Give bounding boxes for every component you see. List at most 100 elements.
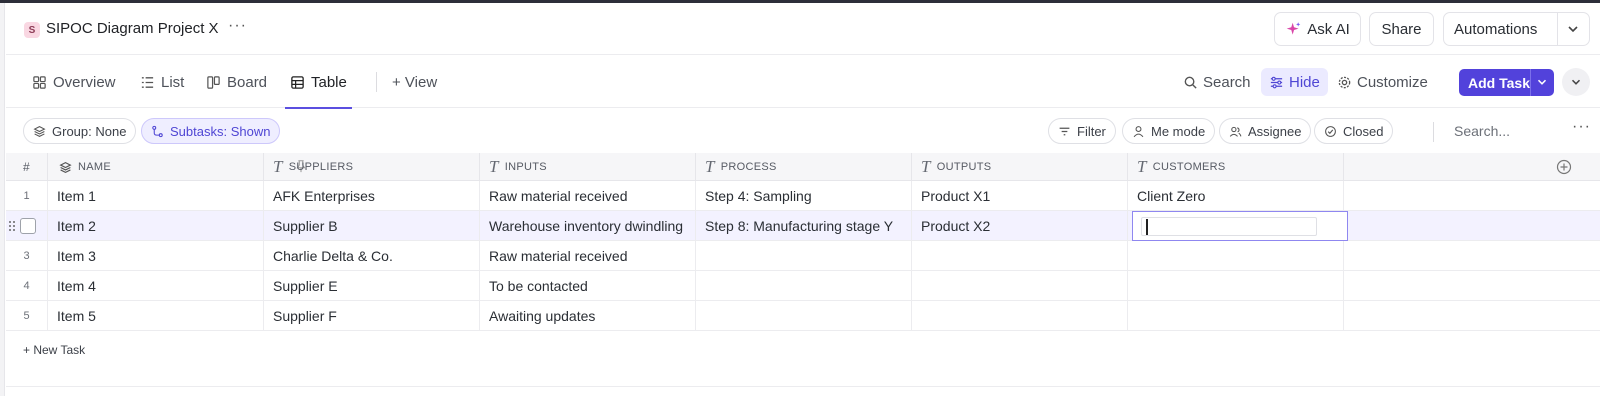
share-button[interactable]: Share — [1369, 12, 1434, 46]
closed-pill[interactable]: Closed — [1314, 118, 1394, 144]
table-row[interactable]: 4 Item 4 Supplier E To be contacted — [6, 271, 1600, 301]
cell-customers[interactable] — [1128, 271, 1344, 301]
cell-suppliers[interactable]: Supplier F — [264, 301, 480, 331]
cell-name[interactable]: Item 1 — [48, 181, 264, 211]
cell-outputs[interactable]: Product X2 — [912, 211, 1128, 241]
overview-icon — [33, 75, 46, 89]
column-header-suppliers[interactable]: T SUPPLIERS — [264, 153, 480, 181]
hide-button[interactable]: Hide — [1261, 68, 1328, 96]
column-header-process[interactable]: T PROCESS — [696, 153, 912, 181]
tab-label: Board — [227, 73, 268, 91]
cell-outputs[interactable]: Product X1 — [912, 181, 1128, 211]
subtasks-pill[interactable]: Subtasks: Shown — [141, 118, 281, 144]
search-input[interactable] — [1454, 120, 1584, 142]
table-row[interactable]: 5 Item 5 Supplier F Awaiting updates — [6, 301, 1600, 331]
filter-more-button[interactable]: ··· — [1572, 118, 1591, 136]
table-row[interactable]: Item 2 Supplier B Warehouse inventory dw… — [6, 211, 1600, 241]
tab-overview[interactable]: Overview — [32, 56, 116, 108]
automations-button[interactable]: Automations — [1443, 12, 1590, 46]
column-header-inputs[interactable]: T INPUTS — [480, 153, 696, 181]
search-label: Search — [1203, 73, 1251, 91]
ask-ai-button[interactable]: Ask AI — [1274, 12, 1361, 46]
cell-suppliers[interactable]: Charlie Delta & Co. — [264, 241, 480, 271]
customize-button[interactable]: Customize — [1337, 68, 1428, 96]
tab-table[interactable]: Table — [285, 56, 352, 109]
row-checkbox[interactable] — [20, 218, 36, 234]
cell-inputs[interactable]: Raw material received — [480, 181, 696, 211]
cell-outputs[interactable] — [912, 241, 1128, 271]
search-button[interactable]: Search — [1183, 68, 1251, 96]
cell-outputs[interactable] — [912, 271, 1128, 301]
column-header-name[interactable]: NAME — [48, 153, 306, 181]
tab-list[interactable]: List — [140, 56, 184, 108]
divider — [376, 72, 377, 92]
assignee-pill[interactable]: Assignee — [1219, 118, 1312, 144]
cell-customers[interactable] — [1128, 241, 1344, 271]
cell-inputs[interactable]: To be contacted — [480, 271, 696, 301]
me-mode-pill[interactable]: Me mode — [1122, 118, 1216, 144]
add-task-label: Add Task — [1468, 74, 1530, 91]
cell-customers[interactable] — [1128, 301, 1344, 331]
row-index: 1 — [6, 181, 48, 211]
page-header: S SIPOC Diagram Project X ··· Ask AI Sha… — [6, 3, 1600, 55]
collapse-button[interactable] — [1562, 68, 1590, 96]
project-more-button[interactable]: ··· — [228, 17, 247, 35]
cell-name-text: Item 2 — [57, 218, 96, 234]
divider — [6, 386, 1600, 387]
tab-label: Table — [311, 73, 347, 91]
cell-name[interactable]: Item 3 — [48, 241, 264, 271]
subtasks-label: Subtasks: Shown — [170, 123, 271, 139]
cell-inputs[interactable]: Awaiting updates — [480, 301, 696, 331]
cell-suppliers[interactable]: Supplier E — [264, 271, 480, 301]
assignee-label: Assignee — [1248, 123, 1302, 139]
column-header-outputs[interactable]: T OUTPUTS — [912, 153, 1128, 181]
chevron-down-icon[interactable] — [1565, 21, 1581, 37]
add-view-button[interactable]: + View — [392, 56, 437, 108]
cell-process[interactable] — [696, 301, 912, 331]
project-badge: S — [24, 22, 40, 38]
cell-process[interactable] — [696, 271, 912, 301]
drag-handle-icon[interactable] — [8, 220, 16, 232]
cell-process[interactable]: Step 4: Sampling — [696, 181, 912, 211]
group-by-pill[interactable]: Group: None — [23, 118, 137, 144]
divider — [1433, 122, 1434, 142]
add-task-button[interactable]: Add Task — [1459, 69, 1554, 96]
cell-process[interactable]: Step 8: Manufacturing stage Y — [696, 211, 912, 241]
row-index: 3 — [6, 241, 48, 271]
cell-name[interactable]: Item 5 — [48, 301, 264, 331]
page-title: SIPOC Diagram Project X — [46, 20, 219, 37]
cell-customers-editing[interactable] — [1132, 211, 1348, 241]
subtask-icon — [152, 125, 163, 137]
tab-board[interactable]: Board — [206, 56, 267, 108]
check-circle-icon — [1325, 125, 1336, 137]
sparkle-icon — [1286, 21, 1301, 35]
cell-suppliers[interactable]: AFK Enterprises — [264, 181, 480, 211]
cell-name[interactable]: Item 4 — [48, 271, 264, 301]
add-column-icon[interactable] — [1556, 159, 1572, 175]
cell-inputs[interactable]: Warehouse inventory dwindling — [480, 211, 696, 241]
cell-outputs[interactable] — [912, 301, 1128, 331]
customers-edit-input[interactable] — [1141, 217, 1317, 236]
column-header-customers[interactable]: T CUSTOMERS — [1128, 153, 1344, 181]
text-field-icon: T — [273, 157, 283, 176]
cell-suppliers[interactable]: Supplier B — [264, 211, 480, 241]
text-field-icon: T — [489, 157, 499, 176]
tab-label: List — [161, 73, 185, 91]
table-row[interactable]: 3 Item 3 Charlie Delta & Co. Raw materia… — [6, 241, 1600, 271]
filter-bar: Group: None Subtasks: Shown Filter Me mo… — [6, 108, 1600, 153]
group-by-label: Group: None — [52, 123, 127, 139]
table-row[interactable]: 1 Item 1 AFK Enterprises Raw material re… — [6, 181, 1600, 211]
filter-pill[interactable]: Filter — [1048, 118, 1116, 144]
row-index: 4 — [6, 271, 48, 301]
text-field-icon: T — [921, 157, 931, 176]
cell-inputs[interactable]: Raw material received — [480, 241, 696, 271]
column-label: INPUTS — [504, 161, 547, 173]
cell-name[interactable]: Item 2 — [48, 211, 264, 241]
customize-label: Customize — [1357, 73, 1428, 91]
ask-ai-label: Ask AI — [1307, 20, 1350, 38]
new-task-button[interactable]: + New Task — [23, 343, 85, 357]
cell-customers[interactable]: Client Zero — [1128, 181, 1344, 211]
chevron-down-icon[interactable] — [1535, 75, 1549, 89]
cell-process[interactable] — [696, 241, 912, 271]
column-label: SUPPLIERS — [288, 161, 354, 173]
